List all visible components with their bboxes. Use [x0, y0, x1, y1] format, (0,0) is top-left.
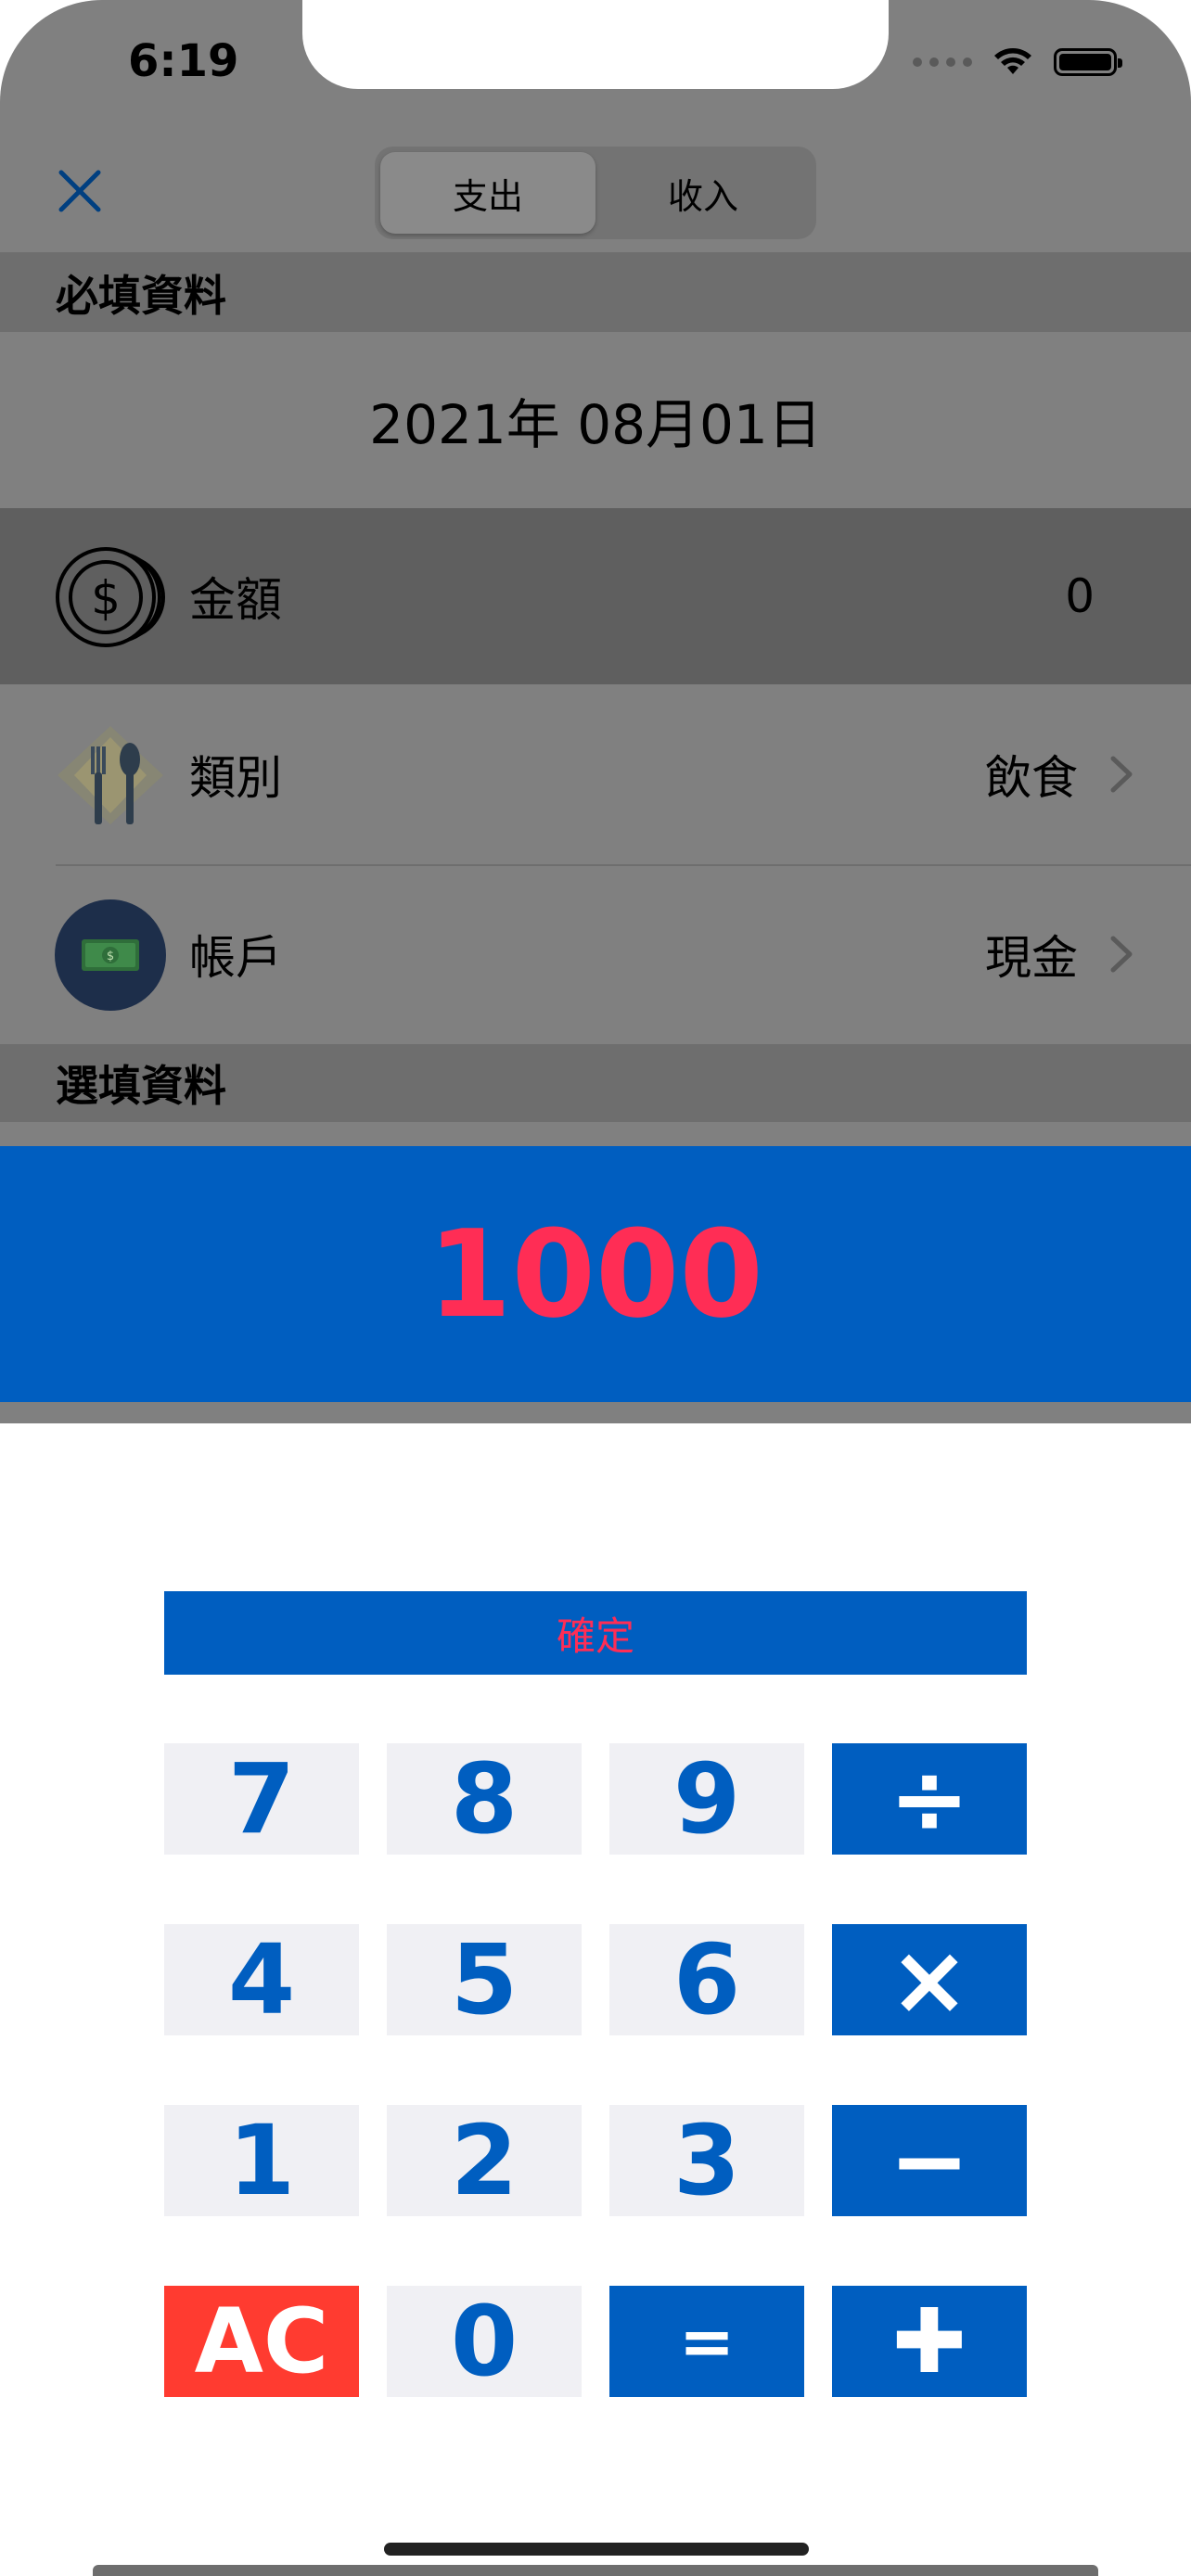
multiply-key[interactable]: ×	[832, 1923, 1027, 2036]
segment-expense[interactable]: 支出	[380, 152, 596, 234]
date-picker-row[interactable]: 2021年 08月01日	[0, 332, 1191, 508]
key-7[interactable]: 7	[164, 1742, 359, 1855]
equals-key[interactable]: =	[609, 2286, 804, 2397]
amount-value: 0	[1065, 569, 1095, 623]
account-value: 現金	[985, 931, 1078, 985]
category-label: 類別	[189, 751, 282, 805]
segment-income[interactable]: 收入	[596, 152, 811, 234]
key-0[interactable]: 0	[387, 2285, 582, 2398]
app-screen: 6:19 支出 收入 必填資料 2021年 08月01日 $ 金額 0 類別 飲…	[0, 0, 1191, 2576]
cellular-signal-icon	[913, 57, 972, 67]
fork-spoon-icon	[58, 726, 163, 824]
device-notch	[302, 0, 889, 89]
svg-text:$: $	[91, 571, 121, 625]
key-8[interactable]: 8	[387, 1742, 582, 1855]
account-label: 帳戶	[189, 931, 282, 985]
close-x-icon[interactable]	[54, 165, 106, 217]
divide-key[interactable]: ÷	[832, 1742, 1027, 1855]
key-1[interactable]: 1	[164, 2104, 359, 2217]
category-value: 飲食	[985, 751, 1078, 805]
status-time: 6:19	[128, 35, 239, 87]
key-5[interactable]: 5	[387, 1923, 582, 2036]
confirm-button[interactable]: 確定	[164, 1591, 1027, 1675]
dimmed-background-form: 6:19 支出 收入 必填資料 2021年 08月01日 $ 金額 0 類別 飲…	[0, 0, 1191, 1423]
minus-key[interactable]: −	[832, 2104, 1027, 2217]
key-3[interactable]: 3	[609, 2104, 804, 2217]
status-icons	[913, 46, 1122, 78]
required-section-header: 必填資料	[0, 254, 1191, 332]
account-row[interactable]: $ 帳戶 現金	[0, 866, 1191, 1042]
coins-dollar-icon: $	[56, 547, 165, 647]
sheet-bottom-edge	[93, 2565, 1098, 2576]
chevron-right-icon	[1110, 756, 1133, 793]
battery-icon	[1054, 48, 1122, 76]
key-9[interactable]: 9	[609, 1742, 804, 1855]
cash-money-icon: $	[55, 899, 166, 1011]
key-2[interactable]: 2	[387, 2104, 582, 2217]
amount-label: 金額	[189, 573, 282, 627]
home-indicator[interactable]	[384, 2543, 809, 2556]
key-6[interactable]: 6	[609, 1923, 804, 2036]
all-clear-key[interactable]: AC	[164, 2286, 359, 2397]
expense-income-segmented-control: 支出 收入	[375, 147, 816, 239]
optional-section-header: 選填資料	[0, 1044, 1191, 1122]
wifi-icon	[994, 48, 1031, 74]
amount-row[interactable]: $ 金額 0	[0, 508, 1191, 684]
svg-text:$: $	[107, 950, 114, 963]
key-4[interactable]: 4	[164, 1923, 359, 2036]
chevron-right-icon	[1110, 936, 1133, 973]
plus-key[interactable]: ✚	[832, 2286, 1027, 2397]
calculator-display: 1000	[0, 1146, 1191, 1402]
category-row[interactable]: 類別 飲食	[0, 686, 1191, 862]
